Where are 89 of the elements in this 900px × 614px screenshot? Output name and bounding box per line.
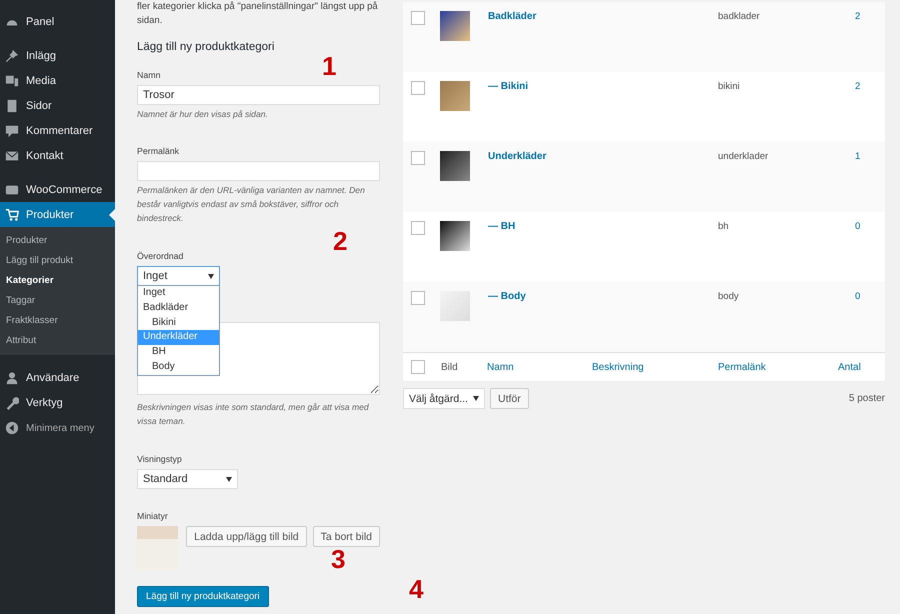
step-number: 1 (322, 50, 336, 82)
image-button[interactable]: Ta bort bild (312, 526, 380, 547)
form-heading: Lägg till ny produktkategori (137, 40, 274, 55)
column-header: Bild (441, 362, 458, 372)
category-name-link[interactable]: Underkläder (488, 151, 546, 162)
permalink-input-field[interactable] (137, 161, 380, 181)
row-checkbox[interactable] (411, 291, 425, 305)
field-label: Visningstyp (137, 453, 183, 466)
submenu-item[interactable]: Attribut (0, 331, 115, 351)
field-label: Namn (137, 69, 162, 82)
item-count: 5 poster (848, 393, 885, 404)
slug-text: bikini (718, 81, 740, 92)
photo-placeholder (440, 151, 470, 181)
column-header[interactable]: Permalänk (718, 362, 766, 372)
submenu-item[interactable]: Taggar (0, 291, 115, 311)
row-checkbox[interactable] (411, 221, 425, 235)
count-link[interactable]: 2 (855, 81, 860, 92)
field-label: Permalänk (137, 145, 180, 158)
count-link[interactable]: 1 (855, 151, 860, 162)
collapse-menu-button[interactable]: Minimera meny (0, 415, 115, 441)
cart-icon (5, 208, 19, 222)
sidebar-menu-item[interactable]: WooCommerce (0, 177, 115, 202)
photo-placeholder (440, 291, 470, 321)
store-icon (5, 182, 19, 196)
sidebar-menu-item[interactable]: Panel (0, 9, 115, 34)
sidebar-menu-item[interactable]: Inlägg (0, 43, 115, 68)
caret-icon (226, 476, 232, 482)
column-header[interactable]: Antal (838, 362, 861, 372)
caret-icon (473, 396, 479, 401)
submenu-item[interactable]: Fraktklasser (0, 311, 115, 331)
help-text: Namnet är hur den visas på sidan. (137, 108, 269, 121)
category-name-link[interactable]: — BH (488, 221, 516, 232)
category-name-link[interactable]: — Bikini (488, 81, 528, 92)
parent-select[interactable]: Inget (137, 266, 220, 286)
count-link[interactable]: 0 (855, 291, 860, 302)
slug-text: bh (718, 221, 729, 232)
category-name-link[interactable]: Badkläder (488, 11, 536, 22)
intro-text: fler kategorier klicka på "panelinställningar" längst upp på sidan. (137, 0, 379, 28)
column-header[interactable]: Namn (487, 362, 514, 372)
add-category-button[interactable]: Lägg till ny produktkategori (137, 586, 269, 607)
sidebar-menu-item[interactable]: Kontakt (0, 143, 115, 168)
dropdown-option[interactable]: Inget (138, 286, 219, 301)
dropdown-option[interactable]: Badkläder (138, 300, 219, 316)
sidebar-menu-item[interactable]: Produkter (0, 202, 115, 227)
sidebar-menu-item[interactable]: Kommentarer (0, 118, 115, 143)
caret-icon (208, 274, 214, 278)
dropdown-option[interactable]: Bikini (138, 316, 219, 330)
photo-placeholder (440, 81, 470, 111)
submenu-item[interactable]: Produkter (0, 231, 115, 251)
sidebar-menu-item[interactable]: Användare (0, 365, 115, 390)
media-icon (5, 74, 19, 88)
sidebar-menu-item[interactable]: Sidor (0, 93, 115, 118)
photo-placeholder (440, 11, 470, 41)
field-label: Överordnad (137, 250, 184, 263)
photo-placeholder (137, 526, 178, 570)
pages-icon (5, 98, 19, 112)
pin-icon (5, 48, 19, 62)
field-label: Miniatyr (137, 510, 169, 523)
slug-text: underklader (718, 151, 768, 162)
sidebar-menu-item[interactable]: Verktyg (0, 390, 115, 415)
slug-text: body (718, 291, 739, 302)
dropdown-option[interactable]: BH (138, 345, 219, 360)
display-type-select[interactable]: Standard (137, 469, 238, 489)
submenu-item[interactable]: Kategorier (0, 271, 115, 291)
person-icon (5, 370, 19, 384)
image-button[interactable]: Ladda upp/lägg till bild (186, 526, 307, 547)
envelope-icon (5, 148, 19, 162)
apply-button[interactable]: Utför (490, 388, 529, 409)
speech-bubble-icon (5, 124, 19, 138)
help-text: Beskrivningen visas inte som standard, men går att visa med vissa teman. (137, 401, 370, 428)
count-link[interactable]: 2 (855, 11, 860, 22)
select-all-checkbox[interactable] (411, 360, 425, 374)
name-input-field[interactable]: Trosor (137, 85, 380, 105)
dropdown-option[interactable]: Body (138, 360, 219, 375)
category-name-link[interactable]: — Body (488, 291, 526, 302)
submenu-item[interactable]: Lägg till produkt (0, 251, 115, 271)
step-number: 2 (333, 225, 348, 257)
help-text: Permalänken är den URL-vänliga varianten av namnet. Den består vanligtvis endast av små bokstäver, siffror och bindestreck. (137, 184, 366, 225)
column-header[interactable]: Beskrivning (592, 362, 644, 372)
count-link[interactable]: 0 (855, 221, 860, 232)
photo-placeholder (440, 221, 470, 251)
bulk-action-select[interactable]: Välj åtgärd... (403, 388, 485, 409)
row-checkbox[interactable] (411, 81, 425, 95)
row-checkbox[interactable] (411, 151, 425, 165)
step-number: 4 (409, 573, 424, 605)
row-checkbox[interactable] (411, 11, 425, 25)
slug-text: badklader (718, 11, 760, 22)
wrench-icon (5, 396, 19, 410)
sidebar-menu-item[interactable]: Media (0, 68, 115, 93)
